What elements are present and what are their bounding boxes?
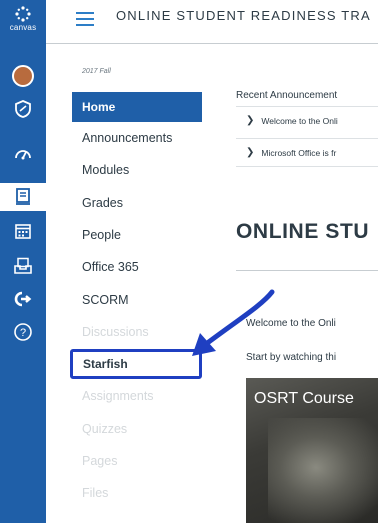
global-nav: canvas ? (0, 0, 46, 523)
recent-announcements-heading: Recent Announcement (236, 90, 338, 101)
nav-commons[interactable] (0, 285, 46, 313)
welcome-text: Welcome to the Onli (246, 318, 336, 329)
course-nav-files: Files (82, 486, 109, 501)
chevron-right-icon: ❯ (246, 115, 255, 126)
announcement-item[interactable]: ❯ Welcome to the Onli (236, 106, 378, 134)
course-header: ONLINE STUDENT READINESS TRA (46, 0, 378, 44)
course-title[interactable]: ONLINE STUDENT READINESS TRA (116, 8, 371, 23)
nav-admin[interactable] (0, 95, 46, 123)
announcement-title: Welcome to the Onli (261, 115, 338, 126)
announcements-divider (236, 166, 378, 167)
commons-icon (14, 291, 32, 307)
svg-text:?: ? (20, 327, 26, 339)
hamburger-icon (76, 12, 94, 14)
canvas-logo-text: canvas (9, 23, 37, 32)
course-nav-quizzes: Quizzes (82, 421, 128, 436)
course-nav-modules[interactable]: Modules (72, 154, 202, 186)
announcement-title: Microsoft Office is fr (261, 147, 337, 158)
course-nav-grades[interactable]: Grades (72, 187, 202, 219)
course-nav-office-365[interactable]: Office 365 (72, 251, 202, 283)
account-avatar-icon (12, 65, 34, 87)
header-divider (46, 43, 378, 44)
inbox-icon (14, 257, 32, 274)
video-title: OSRT Course (254, 390, 354, 407)
course-nav: Home Announcements Modules Grades People… (70, 92, 202, 509)
courses-icon (16, 188, 30, 205)
admin-shield-icon (15, 100, 31, 118)
nav-courses[interactable] (0, 183, 46, 211)
start-instructions: Start by watching thi (246, 352, 337, 363)
dashboard-icon (15, 150, 31, 160)
course-term: 2017 Fall (82, 68, 111, 75)
canvas-logo[interactable]: canvas (0, 6, 46, 32)
help-icon: ? (14, 323, 32, 341)
nav-help[interactable]: ? (0, 318, 46, 346)
course-nav-starfish[interactable]: Starfish (70, 349, 202, 380)
page-title: ONLINE STU (236, 220, 370, 243)
chevron-right-icon: ❯ (246, 147, 255, 158)
nav-account[interactable] (0, 62, 46, 90)
nav-dashboard[interactable] (0, 140, 46, 168)
course-nav-discussions: Discussions (82, 324, 149, 339)
heading-divider (236, 270, 378, 271)
nav-calendar[interactable] (0, 217, 46, 245)
course-nav-home[interactable]: Home (72, 92, 202, 122)
course-nav-pages: Pages (82, 453, 118, 468)
course-menu-toggle[interactable] (76, 12, 94, 26)
course-nav-announcements[interactable]: Announcements (72, 122, 202, 154)
calendar-icon (15, 224, 31, 239)
course-nav-people[interactable]: People (72, 219, 202, 251)
canvas-logo-icon (15, 6, 31, 22)
announcement-item[interactable]: ❯ Microsoft Office is fr (236, 138, 378, 166)
course-video[interactable]: OSRT Course (246, 378, 378, 523)
course-nav-scorm[interactable]: SCORM (72, 283, 202, 315)
course-nav-assignments: Assignments (82, 389, 154, 404)
nav-inbox[interactable] (0, 252, 46, 280)
